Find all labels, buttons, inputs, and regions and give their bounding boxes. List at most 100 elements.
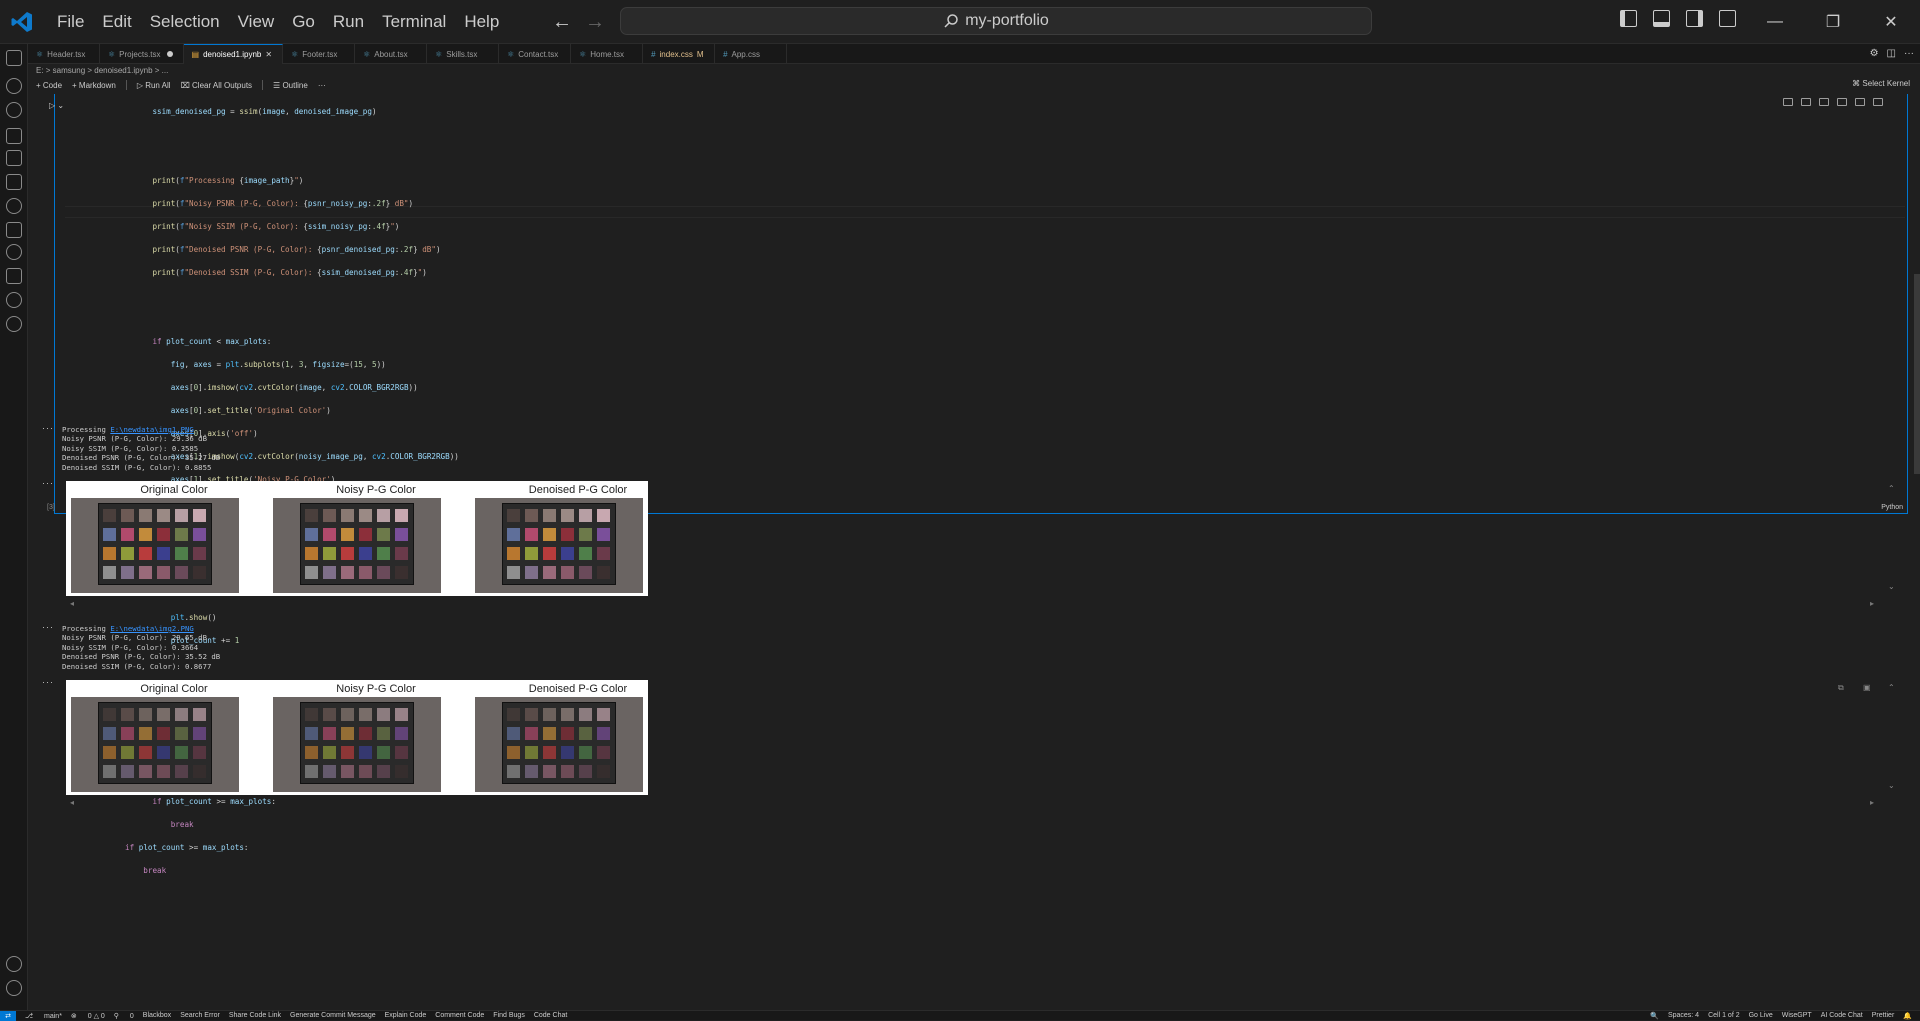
menu-go[interactable]: Go: [283, 12, 324, 32]
status-item-blackbox[interactable]: Blackbox: [143, 1012, 171, 1019]
output-more-icon[interactable]: ···: [42, 478, 54, 488]
execute-below-icon[interactable]: [1819, 98, 1829, 106]
lightning-icon[interactable]: [6, 292, 22, 308]
close-tab-icon[interactable]: ✕: [265, 50, 272, 59]
menu-file[interactable]: File: [48, 12, 93, 32]
tab-contact-tsx[interactable]: ⚛ Contact.tsx: [499, 44, 572, 64]
scroll-left-icon[interactable]: ◂: [70, 798, 74, 807]
vertical-scrollbar[interactable]: [1914, 274, 1920, 474]
menu-run[interactable]: Run: [324, 12, 373, 32]
breadcrumb[interactable]: E: > samsung > denoised1.ipynb > ...: [36, 66, 168, 75]
manage-gear-icon[interactable]: [6, 980, 22, 996]
status-item-code-chat[interactable]: Code Chat: [534, 1012, 567, 1019]
close-icon[interactable]: ✕: [1862, 0, 1920, 44]
toolbar-more-icon[interactable]: ···: [318, 81, 326, 90]
customize-layout-icon[interactable]: [1719, 10, 1736, 27]
code-cell[interactable]: ▷ ⌄ ssim_denoised_pg = ssim(image, denoi…: [47, 94, 1908, 875]
status-go-live[interactable]: Go Live: [1749, 1012, 1773, 1020]
status-item-find-bugs[interactable]: Find Bugs: [493, 1012, 525, 1019]
testing-icon[interactable]: [6, 198, 22, 214]
scroll-right-icon[interactable]: ▸: [1870, 599, 1874, 608]
collapse-up-icon[interactable]: ⌃: [1888, 484, 1895, 493]
output-path-link[interactable]: E:\newdata\img2.PNG: [110, 624, 193, 633]
status-item-comment-code[interactable]: Comment Code: [435, 1012, 484, 1019]
outline-button[interactable]: ☰ Outline: [273, 81, 308, 90]
menu-help[interactable]: Help: [455, 12, 508, 32]
problems-status[interactable]: ⊗ 0 △ 0: [71, 1012, 105, 1020]
ports-status[interactable]: ⚲ 0: [114, 1012, 134, 1020]
blackbox-icon[interactable]: [6, 222, 22, 238]
remote-indicator-icon[interactable]: ⇄: [0, 1010, 16, 1021]
more-actions-icon[interactable]: ···: [1904, 48, 1914, 59]
toggle-secondary-sidebar-icon[interactable]: [1686, 10, 1703, 27]
account-icon[interactable]: [6, 956, 22, 972]
forward-arrow-icon[interactable]: →: [585, 11, 605, 34]
status-ai-code-chat[interactable]: AI Code Chat: [1821, 1012, 1863, 1020]
explorer-icon[interactable]: [6, 50, 22, 66]
branch-status[interactable]: ⎇ main*: [25, 1012, 62, 1020]
collapse-down-icon[interactable]: ⌄: [1888, 781, 1895, 790]
tab-home-tsx[interactable]: ⚛ Home.tsx: [571, 44, 644, 64]
run-by-line-icon[interactable]: [1783, 98, 1793, 106]
clear-outputs-button[interactable]: ⌧ Clear All Outputs: [181, 81, 252, 90]
add-code-cell-button[interactable]: + Code: [36, 81, 62, 90]
cell-more-icon[interactable]: [1855, 98, 1865, 106]
extensions-icon[interactable]: [6, 150, 22, 166]
delete-cell-icon[interactable]: [1873, 98, 1883, 106]
copy-output-icon[interactable]: ⧉: [1838, 683, 1844, 693]
status-item-share-code[interactable]: Share Code Link: [229, 1012, 281, 1019]
status-wisegpt[interactable]: WiseGPT: [1782, 1012, 1812, 1020]
execute-above-icon[interactable]: [1801, 98, 1811, 106]
menu-terminal[interactable]: Terminal: [373, 12, 455, 32]
remote-explorer-icon[interactable]: [6, 174, 22, 190]
menu-edit[interactable]: Edit: [93, 12, 140, 32]
gear-icon[interactable]: ⚙: [1870, 48, 1879, 59]
scroll-right-icon[interactable]: ▸: [1870, 798, 1874, 807]
status-item-explain-code[interactable]: Explain Code: [385, 1012, 427, 1019]
cell-language-button[interactable]: Python: [1881, 504, 1903, 511]
status-item-search-error[interactable]: Search Error: [180, 1012, 220, 1019]
status-prettier[interactable]: Prettier: [1872, 1012, 1895, 1020]
menu-view[interactable]: View: [229, 12, 284, 32]
tab-header-tsx[interactable]: ⚛ Header.tsx: [28, 44, 100, 64]
robot-icon[interactable]: [6, 268, 22, 284]
output-more-icon[interactable]: ···: [42, 622, 54, 632]
add-markdown-cell-button[interactable]: + Markdown: [72, 81, 116, 90]
source-control-icon[interactable]: [6, 102, 22, 118]
tab-app-css[interactable]: # App.css: [715, 44, 788, 64]
output-more-icon[interactable]: ···: [42, 423, 54, 433]
save-output-icon[interactable]: ▣: [1863, 683, 1871, 692]
menu-selection[interactable]: Selection: [141, 12, 229, 32]
notifications-bell-icon[interactable]: 🔔: [1903, 1012, 1912, 1020]
minimize-icon[interactable]: —: [1746, 0, 1804, 44]
collapse-up-icon[interactable]: ⌃: [1888, 683, 1895, 692]
run-debug-icon[interactable]: [6, 128, 22, 144]
notebook-editor[interactable]: ▷ ⌄ ssim_denoised_pg = ssim(image, denoi…: [28, 94, 1920, 1010]
select-kernel-button[interactable]: ⌘ Select Kernel: [1852, 79, 1910, 88]
tab-index-css[interactable]: # index.css M: [643, 44, 716, 64]
search-view-icon[interactable]: [6, 78, 22, 94]
status-cell[interactable]: Cell 1 of 2: [1708, 1012, 1740, 1020]
tab-projects-tsx[interactable]: ⚛ Projects.tsx: [100, 44, 184, 64]
settings-sync-icon[interactable]: [6, 244, 22, 260]
command-center-search[interactable]: my-portfolio: [620, 7, 1372, 35]
tab-about-tsx[interactable]: ⚛ About.tsx: [355, 44, 428, 64]
zoom-icon[interactable]: 🔍: [1650, 1012, 1659, 1020]
leaf-icon[interactable]: [6, 316, 22, 332]
scroll-left-icon[interactable]: ◂: [70, 599, 74, 608]
toggle-primary-sidebar-icon[interactable]: [1620, 10, 1637, 27]
back-arrow-icon[interactable]: ←: [552, 11, 572, 34]
output-path-link[interactable]: E:\newdata\img1.PNG: [110, 425, 193, 434]
tab-denoised1-ipynb[interactable]: ▤ denoised1.ipynb ✕: [183, 44, 284, 64]
run-all-button[interactable]: ▷ Run All: [137, 81, 171, 90]
restore-icon[interactable]: ❐: [1804, 0, 1862, 44]
status-item-commit-message[interactable]: Generate Commit Message: [290, 1012, 376, 1019]
split-cell-icon[interactable]: [1837, 98, 1847, 106]
status-spaces[interactable]: Spaces: 4: [1668, 1012, 1699, 1020]
output-more-icon[interactable]: ···: [42, 677, 54, 687]
collapse-down-icon[interactable]: ⌄: [1888, 582, 1895, 591]
split-editor-icon[interactable]: ◫: [1887, 48, 1896, 59]
toggle-panel-icon[interactable]: [1653, 10, 1670, 27]
tab-skills-tsx[interactable]: ⚛ Skills.tsx: [427, 44, 500, 64]
tab-footer-tsx[interactable]: ⚛ Footer.tsx: [283, 44, 356, 64]
